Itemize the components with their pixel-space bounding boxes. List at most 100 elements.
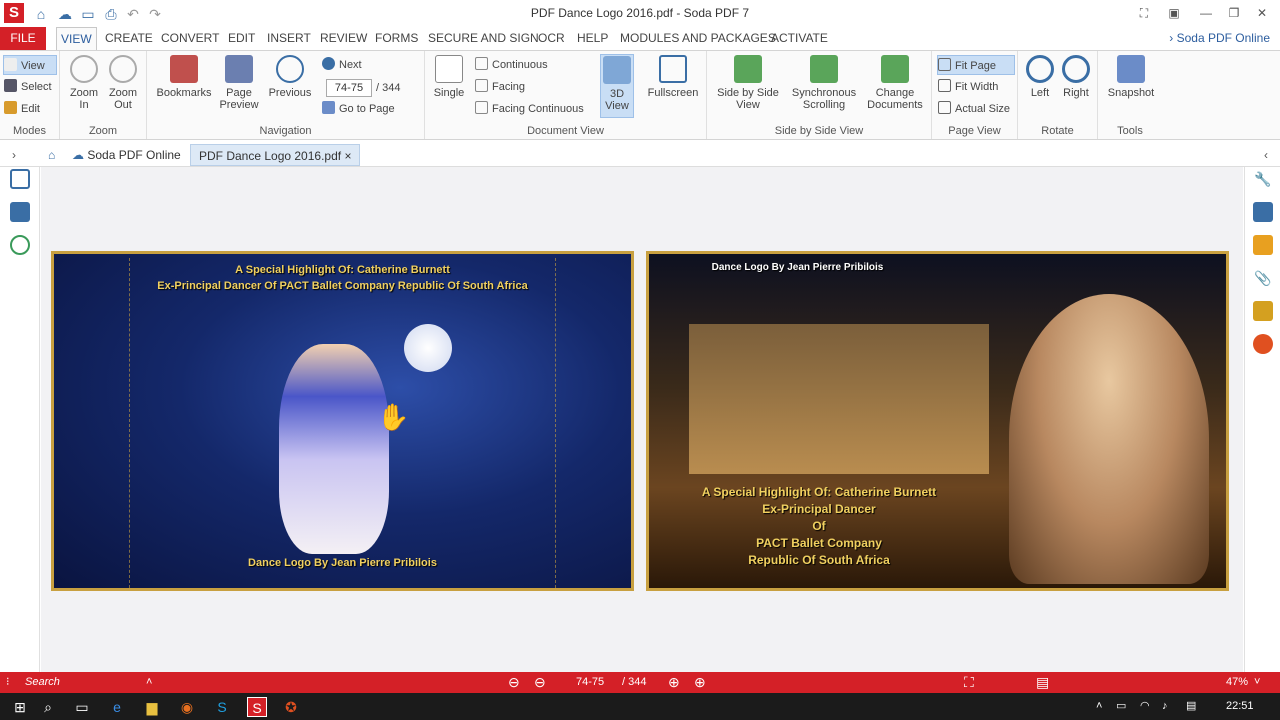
app-taskbar-icon[interactable]: ✪: [281, 697, 301, 717]
home-icon[interactable]: ⌂: [32, 5, 50, 23]
3d-view-button[interactable]: 3D View: [600, 54, 634, 118]
book-view-icon[interactable]: ▤: [1036, 672, 1049, 693]
wifi-icon[interactable]: ◠: [1140, 693, 1150, 720]
firefox-icon[interactable]: ◉: [177, 697, 197, 717]
tab-close-icon[interactable]: ×: [344, 149, 351, 163]
continuous-icon: [475, 57, 488, 70]
menu-ocr[interactable]: OCR: [534, 27, 569, 50]
task-view-icon[interactable]: ▭: [72, 697, 92, 717]
undo-icon[interactable]: ↶: [124, 5, 142, 23]
edge-icon[interactable]: e: [107, 697, 127, 717]
continuous-button[interactable]: Continuous: [475, 55, 548, 75]
last-page-icon[interactable]: ⊕: [694, 672, 706, 693]
open-folder-icon[interactable]: ▭: [79, 5, 97, 23]
single-view-button[interactable]: Single: [431, 55, 467, 99]
menu-review[interactable]: REVIEW: [316, 27, 371, 50]
tab-pdf-dance-logo[interactable]: PDF Dance Logo 2016.pdf ×: [190, 144, 361, 166]
change-documents-button[interactable]: Change Documents: [865, 55, 925, 111]
comments-icon[interactable]: [1253, 235, 1273, 255]
soda-pdf-taskbar-icon[interactable]: S: [247, 697, 267, 717]
menu-help[interactable]: HELP: [573, 27, 612, 50]
side-by-side-label: Side by Side View: [717, 87, 779, 111]
expand-panel-icon[interactable]: ›: [4, 144, 24, 166]
synchronous-scrolling-button[interactable]: Synchronous Scrolling: [789, 55, 859, 111]
app-logo: S: [4, 3, 24, 23]
zoom-dropdown-icon[interactable]: ˅: [1254, 672, 1260, 693]
bookmarks-panel-icon[interactable]: [10, 202, 30, 222]
page-preview-button[interactable]: Page Preview: [219, 55, 259, 111]
windows-start-icon[interactable]: ⊞: [10, 697, 30, 717]
cloud-icon[interactable]: ☁: [56, 5, 74, 23]
search-input[interactable]: Search: [25, 672, 60, 693]
search-expand-icon[interactable]: ˄: [146, 672, 152, 693]
zoom-in-button[interactable]: Zoom In: [66, 55, 102, 111]
zoom-level[interactable]: 47%: [1226, 672, 1248, 693]
home-tab-icon[interactable]: ⌂: [40, 144, 63, 166]
redo-icon[interactable]: ↷: [146, 5, 164, 23]
soda-online-link[interactable]: › Soda PDF Online: [1169, 27, 1270, 50]
menu-file[interactable]: FILE: [0, 27, 46, 50]
go-to-page-button[interactable]: Go to Page: [322, 99, 395, 119]
binoculars-icon[interactable]: [1253, 202, 1273, 222]
page2-header: Dance Logo By Jean Pierre Pribilois: [711, 262, 884, 273]
minimize-icon[interactable]: —: [1196, 4, 1216, 22]
facing-continuous-button[interactable]: Facing Continuous: [475, 99, 584, 119]
menu-create[interactable]: CREATE: [101, 27, 157, 50]
prev-page-icon[interactable]: ⊖: [534, 672, 546, 693]
page-thumbnails-icon[interactable]: [10, 169, 30, 189]
panel-icon[interactable]: ▣: [1164, 4, 1184, 22]
notifications-icon[interactable]: ▤: [1186, 693, 1196, 720]
first-page-icon[interactable]: ⊖: [508, 672, 520, 693]
close-icon[interactable]: ✕: [1252, 4, 1272, 22]
side-by-side-button[interactable]: Side by Side View: [715, 55, 781, 111]
facing-button[interactable]: Facing: [475, 77, 525, 97]
actual-size-button[interactable]: Actual Size: [938, 99, 1010, 119]
go-to-page-label: Go to Page: [339, 103, 395, 115]
clock[interactable]: 22:51: [1226, 693, 1254, 720]
bookmarks-button[interactable]: Bookmarks: [153, 55, 215, 99]
menu-secure-and-sign[interactable]: SECURE AND SIGN: [424, 27, 543, 50]
menu-edit[interactable]: EDIT: [224, 27, 259, 50]
rotate-right-button[interactable]: Right: [1060, 55, 1092, 99]
page-number-input[interactable]: 74-75: [326, 79, 372, 97]
tab-soda-online[interactable]: ☁ Soda PDF Online: [64, 144, 189, 166]
snapshot-button[interactable]: Snapshot: [1104, 55, 1158, 99]
web-links-icon[interactable]: [10, 235, 30, 255]
maximize-icon[interactable]: ❐: [1224, 4, 1244, 22]
rotate-left-button[interactable]: Left: [1024, 55, 1056, 99]
menu-convert[interactable]: CONVERT: [157, 27, 223, 50]
document-viewer[interactable]: A Special Highlight Of: Catherine Burnet…: [41, 167, 1243, 672]
battery-icon[interactable]: ▭: [1116, 693, 1126, 720]
status-page-input[interactable]: 74-75: [576, 672, 604, 693]
theatre-building-image: [689, 324, 989, 474]
previous-button[interactable]: Previous: [265, 55, 315, 99]
fit-screen-icon[interactable]: ⛶: [964, 672, 974, 693]
collapse-right-panel-icon[interactable]: ‹: [1256, 144, 1276, 166]
tray-chevron-icon[interactable]: ˄: [1096, 693, 1102, 720]
fit-page-button[interactable]: Fit Page: [937, 55, 1015, 75]
wrench-icon[interactable]: 🔧: [1253, 169, 1273, 189]
fit-width-button[interactable]: Fit Width: [938, 77, 998, 97]
menu-modules-and-packages[interactable]: MODULES AND PACKAGES: [616, 27, 780, 50]
select-mode-button[interactable]: Select: [4, 77, 52, 97]
view-mode-button[interactable]: View: [3, 55, 57, 75]
gold-ornament-right: [555, 258, 625, 588]
file-explorer-icon[interactable]: ▆: [142, 697, 162, 717]
next-button[interactable]: Next: [322, 55, 362, 75]
print-icon[interactable]: ⎙: [102, 5, 120, 23]
menu-forms[interactable]: FORMS: [371, 27, 422, 50]
skype-icon[interactable]: S: [212, 697, 232, 717]
next-page-status-icon[interactable]: ⊕: [668, 672, 680, 693]
menu-view[interactable]: VIEW: [56, 27, 97, 50]
volume-icon[interactable]: ♪: [1162, 693, 1168, 720]
edit-mode-button[interactable]: Edit: [4, 99, 40, 119]
attachment-icon[interactable]: 📎: [1253, 268, 1273, 288]
fullscreen-button[interactable]: Fullscreen: [645, 55, 701, 99]
layers-icon[interactable]: [1253, 301, 1273, 321]
menu-insert[interactable]: INSERT: [263, 27, 315, 50]
menu-activate[interactable]: ACTIVATE: [767, 27, 832, 50]
certificate-icon[interactable]: [1253, 334, 1273, 354]
search-icon[interactable]: ⌕: [38, 697, 58, 717]
restore-fullscreen-icon[interactable]: ⛶: [1134, 4, 1154, 22]
zoom-out-button[interactable]: Zoom Out: [105, 55, 141, 111]
